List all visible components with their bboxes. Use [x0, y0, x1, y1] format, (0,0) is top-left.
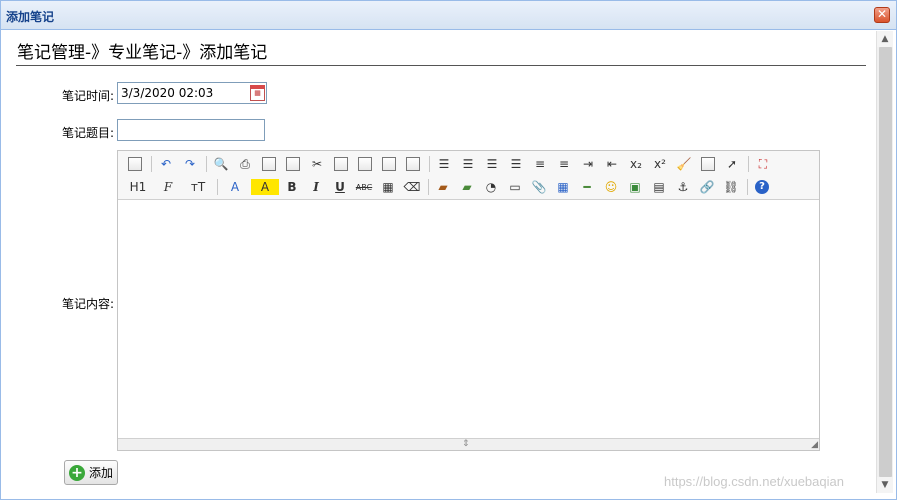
subscript-icon[interactable]: x₂ — [625, 154, 647, 174]
indent-icon[interactable]: ⇥ — [577, 154, 599, 174]
select-all-icon[interactable] — [697, 154, 719, 174]
align-right-icon[interactable]: ☰ — [481, 154, 503, 174]
bold-icon[interactable]: B — [281, 177, 303, 197]
paste-text-icon[interactable] — [378, 154, 400, 174]
fullscreen-icon[interactable]: ⛶ — [752, 154, 774, 174]
undo-icon[interactable]: ↶ — [155, 154, 177, 174]
font-family-dropdown[interactable]: F — [154, 177, 182, 197]
window-titlebar: 添加笔记 ✕ — [1, 1, 896, 30]
italic-icon[interactable]: I — [305, 177, 327, 197]
clear-format-icon[interactable]: 🧹 — [673, 154, 695, 174]
toolbar-separator — [217, 179, 218, 195]
table-border-icon[interactable]: ▦ — [377, 177, 399, 197]
horizontal-rule-icon[interactable]: ━ — [576, 177, 598, 197]
ordered-list-icon[interactable]: ≡ — [529, 154, 551, 174]
close-button[interactable]: ✕ — [874, 7, 890, 23]
paste-word-icon[interactable] — [402, 154, 424, 174]
outdent-icon[interactable]: ⇤ — [601, 154, 623, 174]
unlink-icon[interactable]: ⛓ — [720, 177, 742, 197]
editor-statusbar: ⇕ ◢ — [118, 438, 819, 450]
add-button-label: 添加 — [89, 466, 114, 480]
align-justify-icon[interactable]: ☰ — [505, 154, 527, 174]
toolbar-separator — [748, 156, 749, 172]
editor-toolbar: ↶ ↷ 🔍 ⎙ ✂ ☰ ☰ ☰ ☰ ≡ ≡ ⇥ ⇤ x₂ x² 🧹 ➚ ⛶ H1… — [118, 151, 819, 200]
vertical-scrollbar[interactable]: ▲ ▼ — [876, 31, 893, 493]
toolbar-separator — [428, 179, 429, 195]
strikethrough-icon[interactable]: ABC — [353, 177, 375, 197]
image-insert-icon[interactable]: ▰ — [432, 177, 454, 197]
page-break-icon[interactable]: ▤ — [648, 177, 670, 197]
title-divider — [16, 65, 866, 66]
help-icon[interactable]: ? — [751, 177, 773, 197]
flash-icon[interactable]: ◔ — [480, 177, 502, 197]
map-icon[interactable]: ▣ — [624, 177, 646, 197]
media-icon[interactable]: ▭ — [504, 177, 526, 197]
preview-icon[interactable]: 🔍 — [210, 154, 232, 174]
align-center-icon[interactable]: ☰ — [457, 154, 479, 174]
watermark-text: https://blog.csdn.net/xuebaqian — [664, 474, 844, 489]
toolbar-row-2: H1 F тT A A B I U ABC ▦ ⌫ ▰ ▰ ◔ ▭ 📎 ▦ ━ … — [124, 176, 775, 198]
link-icon[interactable]: 🔗 — [696, 177, 718, 197]
template-icon[interactable] — [258, 154, 280, 174]
multi-image-icon[interactable]: ▰ — [456, 177, 478, 197]
plus-icon: + — [69, 464, 85, 481]
font-size-dropdown[interactable]: тT — [184, 177, 212, 197]
font-color-dropdown[interactable]: A — [221, 177, 249, 197]
note-subject-input[interactable] — [117, 119, 265, 141]
table-icon[interactable]: ▦ — [552, 177, 574, 197]
toolbar-row-1: ↶ ↷ 🔍 ⎙ ✂ ☰ ☰ ☰ ☰ ≡ ≡ ⇥ ⇤ x₂ x² 🧹 ➚ ⛶ — [124, 153, 776, 175]
add-note-window: 添加笔记 ✕ 笔记管理-》专业笔记-》添加笔记 笔记时间: 3/3/2020 0… — [0, 0, 897, 500]
anchor-icon[interactable]: ⚓ — [672, 177, 694, 197]
cursor-icon[interactable]: ➚ — [721, 154, 743, 174]
scroll-down-icon[interactable]: ▼ — [877, 477, 893, 493]
underline-icon[interactable]: U — [329, 177, 351, 197]
highlight-color-dropdown[interactable]: A — [251, 179, 279, 195]
rich-text-editor: ↶ ↷ 🔍 ⎙ ✂ ☰ ☰ ☰ ☰ ≡ ≡ ⇥ ⇤ x₂ x² 🧹 ➚ ⛶ H1… — [117, 150, 820, 451]
add-button[interactable]: + 添加 — [64, 460, 118, 485]
code-icon[interactable] — [282, 154, 304, 174]
heading-dropdown[interactable]: H1 — [124, 177, 152, 197]
resize-corner-icon[interactable]: ◢ — [811, 440, 818, 450]
scroll-up-icon[interactable]: ▲ — [877, 31, 893, 47]
align-left-icon[interactable]: ☰ — [433, 154, 455, 174]
toolbar-separator — [206, 156, 207, 172]
attachment-icon[interactable]: 📎 — [528, 177, 550, 197]
page-title: 笔记管理-》专业笔记-》添加笔记 — [17, 43, 268, 63]
toolbar-separator — [429, 156, 430, 172]
note-time-input[interactable]: 3/3/2020 02:03 — [117, 82, 267, 104]
paste-icon[interactable] — [354, 154, 376, 174]
note-time-label: 笔记时间: — [61, 89, 114, 103]
cut-icon[interactable]: ✂ — [306, 154, 328, 174]
redo-icon[interactable]: ↷ — [179, 154, 201, 174]
toolbar-separator — [747, 179, 748, 195]
editor-content-area[interactable] — [118, 200, 819, 438]
eraser-icon[interactable]: ⌫ — [401, 177, 423, 197]
source-icon[interactable] — [124, 154, 146, 174]
note-subject-label: 笔记题目: — [61, 126, 114, 140]
copy-icon[interactable] — [330, 154, 352, 174]
window-title: 添加笔记 — [6, 10, 55, 24]
unordered-list-icon[interactable]: ≡ — [553, 154, 575, 174]
calendar-icon[interactable]: ▦ — [250, 85, 265, 101]
toolbar-separator — [151, 156, 152, 172]
print-icon[interactable]: ⎙ — [234, 154, 256, 174]
form-panel: 笔记管理-》专业笔记-》添加笔记 笔记时间: 3/3/2020 02:03 ▦ … — [2, 31, 876, 493]
note-content-label: 笔记内容: — [61, 297, 114, 311]
emoticon-icon[interactable]: ☺ — [600, 177, 622, 197]
superscript-icon[interactable]: x² — [649, 154, 671, 174]
scroll-thumb[interactable] — [879, 47, 892, 477]
resize-grip-icon[interactable]: ⇕ — [462, 440, 470, 449]
